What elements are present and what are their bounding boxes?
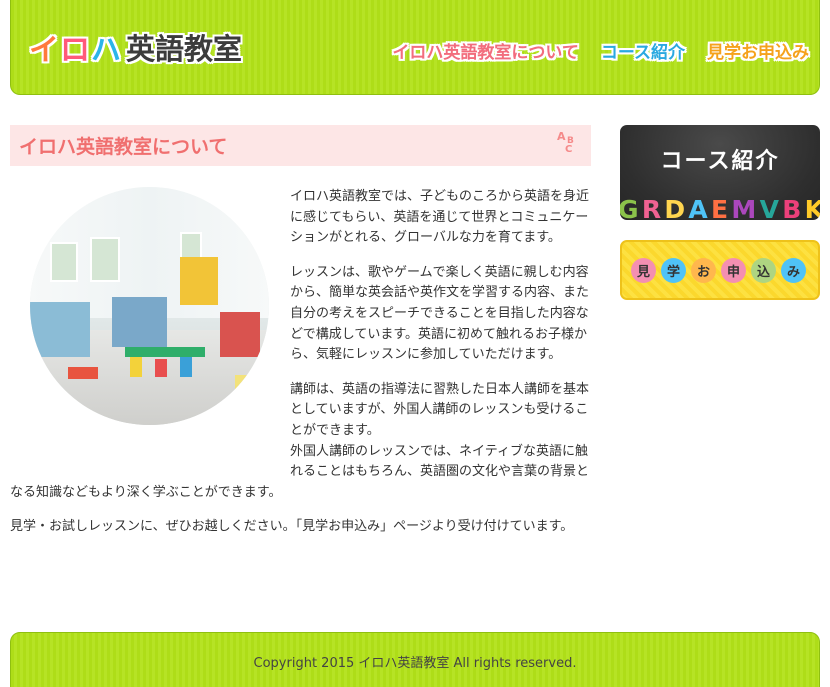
banner-letter: R [641, 195, 662, 220]
banner-letter: B [782, 195, 802, 220]
page-title: イロハ英語教室について [19, 136, 228, 158]
site-footer: Copyright 2015 イロハ英語教室 All rights reserv… [10, 632, 820, 687]
logo-kana-ro: ロ [60, 33, 91, 68]
abc-letter-a: A [557, 130, 566, 143]
banner-letter: V [759, 195, 779, 220]
site-logo[interactable]: イロハ 英語教室 [29, 25, 242, 69]
nav-link-apply[interactable]: 見学お申込み [707, 38, 809, 63]
page-title-bar: イロハ英語教室について A B C [10, 125, 591, 166]
apply-char: 学 [661, 258, 686, 283]
copyright-text: Copyright 2015 イロハ英語教室 All rights reserv… [253, 656, 577, 671]
global-nav: イロハ英語教室について コース紹介 見学お申込み [392, 38, 809, 63]
photo-spacer [10, 187, 290, 467]
sidebar: コース紹介 G R D A E M V B K 見 学 お 申 込 み [620, 125, 820, 300]
apply-char: 込 [751, 258, 776, 283]
banner-letter: M [731, 195, 757, 220]
about-text: イロハ英語教室では、子どものころから英語を身近に感じてもらい、英語を通じて世界と… [10, 187, 591, 552]
nav-link-about[interactable]: イロハ英語教室について [392, 38, 579, 63]
apply-char: み [781, 258, 806, 283]
logo-kana: イロハ [29, 25, 122, 69]
main-content: イロハ英語教室について A B C イロハ英語教室では、子どものころから英語を身… [10, 125, 591, 534]
logo-kana-i: イ [29, 33, 60, 68]
banner-letter: A [688, 195, 708, 220]
course-banner-title: コース紹介 [660, 149, 780, 174]
banner-letter: D [664, 195, 686, 220]
apply-char: 申 [721, 258, 746, 283]
abc-letter-c: C [565, 144, 573, 155]
nav-link-course[interactable]: コース紹介 [601, 38, 685, 63]
banner-letter: G [620, 195, 639, 220]
course-banner-letters: G R D A E M V B K [620, 195, 820, 220]
logo-kana-ha: ハ [91, 33, 122, 68]
abc-icon: A B C [557, 130, 579, 156]
banner-letter: K [804, 195, 820, 220]
banner-letter: E [711, 195, 729, 220]
logo-kanji: 英語教室 [126, 32, 243, 66]
apply-char: 見 [631, 258, 656, 283]
apply-char: お [691, 258, 716, 283]
apply-banner-text: 見 学 お 申 込 み [631, 258, 806, 283]
about-paragraph: 見学・お試しレッスンに、ぜひお越しください。「見学お申込み」ページより受け付けて… [10, 519, 574, 535]
site-header: イロハ 英語教室 イロハ英語教室について コース紹介 見学お申込み [10, 0, 820, 95]
course-banner[interactable]: コース紹介 G R D A E M V B K [620, 125, 820, 220]
apply-banner[interactable]: 見 学 お 申 込 み [620, 240, 820, 300]
